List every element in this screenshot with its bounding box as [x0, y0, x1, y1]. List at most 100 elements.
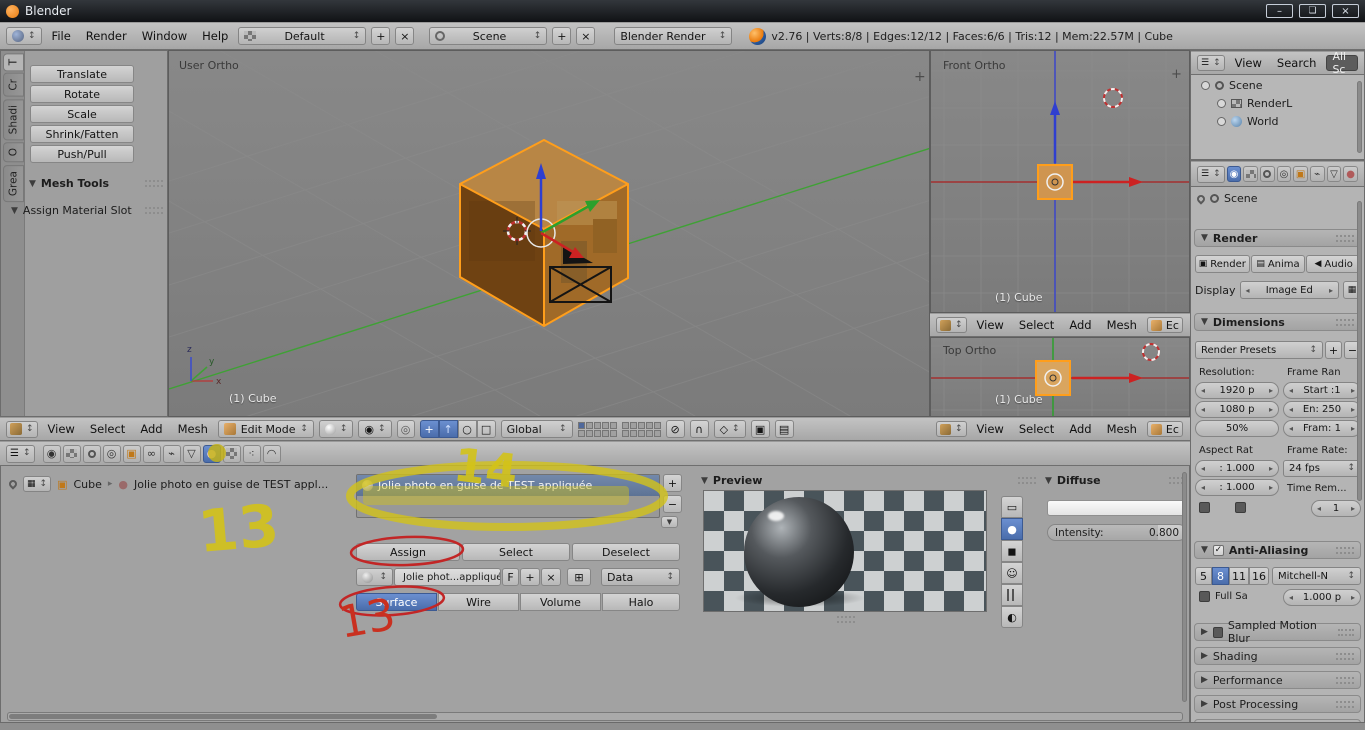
menu-add[interactable]: Add [135, 421, 167, 437]
tab-constraints[interactable]: ∞ [143, 445, 161, 463]
menu-select[interactable]: Select [1014, 421, 1059, 437]
material-type-volume-button[interactable]: Volume [520, 593, 601, 611]
mesh-tools-panel-header[interactable]: ▼ Mesh Tools [29, 177, 163, 190]
preview-flat-button[interactable]: ▭ [1001, 496, 1023, 518]
aa-filter-selector[interactable]: Mitchell-N↕ [1272, 567, 1361, 585]
tab-modifiers[interactable]: ⌁ [163, 445, 181, 463]
tool-push-pull-button[interactable]: Push/Pull [30, 145, 134, 163]
delete-screen-layout-button[interactable]: × [395, 27, 414, 45]
motion-blur-checkbox[interactable] [1213, 627, 1223, 638]
interaction-mode-selector[interactable]: Edit Mode↕ [218, 420, 314, 438]
panel-grip-icon[interactable] [1336, 677, 1354, 684]
viewport-top[interactable]: Top Ortho (1) Cube [930, 337, 1190, 417]
border-checkbox[interactable] [1199, 502, 1210, 513]
outliner-menu-search[interactable]: Search [1272, 55, 1322, 71]
diffuse-color-swatch[interactable] [1047, 500, 1187, 516]
mode-selector-truncated[interactable]: Ec [1147, 317, 1183, 333]
panel-grip-icon[interactable] [145, 180, 163, 187]
aa-samples-16-button[interactable]: 16 [1249, 567, 1269, 585]
outliner-row-scene[interactable]: Scene [1191, 75, 1364, 94]
minimize-button[interactable]: – [1266, 4, 1293, 18]
transform-orientation-selector[interactable]: Global↕ [501, 420, 573, 438]
menu-mesh[interactable]: Mesh [1102, 317, 1142, 333]
select-button[interactable]: Select [462, 543, 570, 561]
menu-view[interactable]: View [972, 317, 1009, 333]
editor-type-3dview-button[interactable]: ↕ [6, 421, 38, 438]
tab-render[interactable]: ◉ [43, 445, 61, 463]
preview-monkey-button[interactable]: ☺ [1001, 562, 1023, 584]
material-type-halo-button[interactable]: Halo [602, 593, 680, 611]
viewport-shading-selector[interactable]: ↕ [319, 420, 354, 438]
manipulator-rotate-button[interactable]: ○ [458, 420, 477, 438]
lock-to-scene-button[interactable]: ⊘ [666, 420, 685, 438]
link-mode-selector[interactable]: Data↕ [601, 568, 680, 586]
shading-panel-header[interactable]: ▶ Shading [1194, 647, 1361, 665]
tool-translate-button[interactable]: Translate [30, 65, 134, 83]
preview-world-sphere-button[interactable]: ◐ [1001, 606, 1023, 628]
unlink-material-button[interactable]: × [541, 568, 561, 586]
render-panel-header[interactable]: ▼ Render [1194, 229, 1361, 247]
material-type-surface-button[interactable]: Surface [356, 593, 437, 611]
tool-shrink-fatten-button[interactable]: Shrink/Fatten [30, 125, 134, 143]
remove-material-slot-button[interactable]: − [663, 495, 682, 513]
material-name-field[interactable]: Jolie phot...appliquée [394, 568, 501, 586]
render-audio-button[interactable]: ◀Audio [1306, 255, 1361, 273]
tab-data[interactable]: ▽ [1327, 166, 1342, 182]
material-slot-row-selected[interactable]: Jolie photo en guise de TEST appliquée [357, 475, 659, 496]
toolshelf-tab-grease[interactable]: Grea [3, 165, 24, 202]
new-material-button[interactable]: + [520, 568, 540, 586]
close-button[interactable]: × [1332, 4, 1359, 18]
menu-file[interactable]: File [47, 28, 76, 44]
tab-render-layers[interactable] [1243, 166, 1258, 182]
viewport-front[interactable]: + Front Ortho (1) Cube [930, 50, 1190, 313]
tab-modifiers[interactable]: ⌁ [1310, 166, 1325, 182]
menu-add[interactable]: Add [1064, 421, 1096, 437]
editor-type-info-button[interactable]: ↕ [6, 27, 42, 45]
panel-grip-icon[interactable] [1336, 235, 1354, 242]
sampled-motion-blur-panel-header[interactable]: ▶ Sampled Motion Blur [1194, 623, 1361, 641]
add-screen-layout-button[interactable]: + [371, 27, 390, 45]
material-editor-hscrollbar-track[interactable] [7, 712, 1183, 721]
diffuse-intensity-slider[interactable]: Intensity: 0.800 [1047, 524, 1187, 541]
aa-samples-11-button[interactable]: 11 [1229, 567, 1249, 585]
pivot-center-selector[interactable]: ◉↕ [358, 420, 391, 438]
anti-aliasing-checkbox[interactable]: ✓ [1213, 545, 1224, 556]
proportional-edit-icon[interactable]: ◎ [397, 420, 415, 438]
add-material-slot-button[interactable]: + [663, 474, 682, 492]
panel-grip-icon[interactable] [145, 207, 163, 214]
tab-render-layers[interactable] [63, 445, 81, 463]
preview-sphere-button[interactable]: ● [1001, 518, 1023, 540]
expand-dot-icon[interactable] [1201, 81, 1210, 90]
menu-window[interactable]: Window [137, 28, 192, 44]
tab-object[interactable]: ▣ [1293, 166, 1308, 182]
resolution-x-field[interactable]: ◂1920 p▸ [1195, 382, 1279, 399]
aspect-y-field[interactable]: ◂: 1.000▸ [1195, 479, 1279, 496]
layer-buttons-group-2[interactable] [622, 422, 661, 437]
viewport-main[interactable]: xyz + User Ortho (1) Cube [168, 50, 930, 417]
panel-grip-icon[interactable] [1338, 629, 1354, 636]
pin-icon[interactable] [7, 478, 18, 489]
diffuse-panel-header[interactable]: ▼ Diffuse [1045, 474, 1187, 487]
tab-world[interactable]: ◎ [103, 445, 121, 463]
fps-selector[interactable]: 24 fps↕ [1283, 460, 1361, 477]
render-presets-selector[interactable]: Render Presets↕ [1195, 341, 1323, 359]
time-remap-field[interactable]: ◂1▸ [1311, 500, 1361, 517]
copy-material-button[interactable]: ⊞ [567, 568, 591, 586]
properties-scrollbar[interactable] [1357, 201, 1362, 501]
mode-selector-truncated[interactable]: Ec [1147, 421, 1183, 437]
outliner-menu-view[interactable]: View [1230, 55, 1267, 71]
material-editor-vscrollbar[interactable] [1182, 472, 1187, 702]
outliner-display-filter[interactable]: All Sc [1326, 55, 1358, 71]
outliner-scrollbar[interactable] [1357, 81, 1362, 153]
screen-layout-selector[interactable]: Default↕ [238, 27, 366, 45]
resolution-y-field[interactable]: ◂1080 p▸ [1195, 401, 1279, 418]
aa-samples-5-button[interactable]: 5 [1195, 567, 1212, 585]
opengl-render-anim-button[interactable]: ▤ [775, 420, 794, 438]
editor-type-outliner-button[interactable]: ☰↕ [1197, 55, 1225, 71]
manipulator-translate-button[interactable]: + [420, 420, 439, 438]
render-animation-button[interactable]: ▤Anima [1251, 255, 1306, 273]
panel-grip-icon[interactable] [1336, 547, 1354, 554]
preview-resize-handle[interactable] [837, 616, 855, 623]
panel-grip-icon[interactable] [1018, 477, 1036, 484]
full-sample-checkbox[interactable] [1199, 591, 1210, 602]
